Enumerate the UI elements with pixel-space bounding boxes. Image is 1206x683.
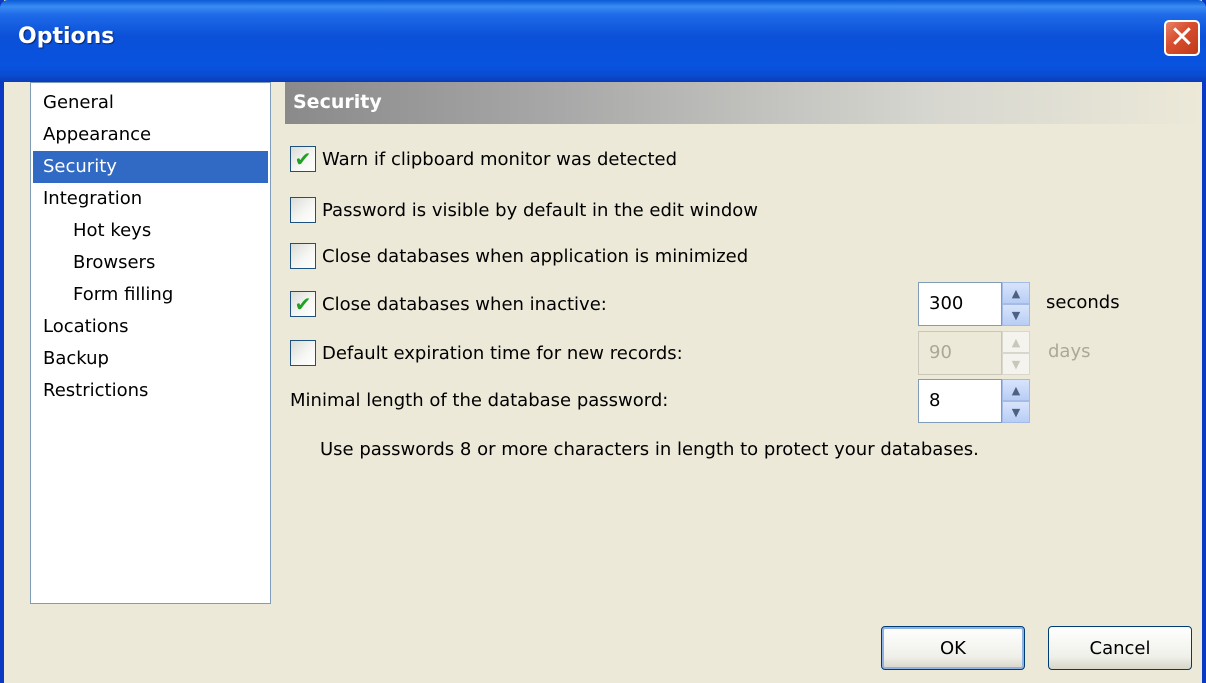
warn-clipboard-option[interactable]: ✔ Warn if clipboard monitor was detected xyxy=(290,145,677,173)
warn-clipboard-checkbox[interactable]: ✔ xyxy=(290,146,316,172)
arrow-down-icon: ▼ xyxy=(1011,357,1021,371)
nav-item-security[interactable]: Security xyxy=(33,151,268,183)
warn-clipboard-label: Warn if clipboard monitor was detected xyxy=(322,148,678,170)
close-button[interactable]: ✕ xyxy=(1164,20,1200,56)
default-expiration-option[interactable]: Default expiration time for new records: xyxy=(290,339,683,367)
section-title: Security xyxy=(293,91,382,113)
category-list[interactable]: General Appearance Security Integration … xyxy=(30,82,271,604)
checkmark-icon: ✔ xyxy=(294,147,312,171)
close-inactive-label: Close databases when inactive: xyxy=(322,293,607,315)
options-dialog: Options ✕ General Appearance Security In… xyxy=(0,0,1206,683)
password-visible-label: Password is visible by default in the ed… xyxy=(322,199,758,221)
close-minimized-label: Close databases when application is mini… xyxy=(322,245,749,267)
spin-down-button: ▼ xyxy=(1002,353,1030,375)
nav-item-hot-keys[interactable]: Hot keys xyxy=(33,215,268,247)
close-minimized-checkbox[interactable] xyxy=(290,243,316,269)
nav-item-integration[interactable]: Integration xyxy=(33,183,268,215)
nav-item-appearance[interactable]: Appearance xyxy=(33,119,268,151)
section-header: Security xyxy=(285,82,1202,124)
window-title: Options xyxy=(18,24,115,49)
default-expiration-label: Default expiration time for new records: xyxy=(322,342,683,364)
arrow-down-icon: ▼ xyxy=(1011,405,1021,419)
default-expiration-checkbox[interactable] xyxy=(290,340,316,366)
min-length-label: Minimal length of the database password: xyxy=(290,390,669,411)
spin-up-button[interactable]: ▲ xyxy=(1002,379,1030,401)
checkmark-icon: ✔ xyxy=(294,292,312,316)
ok-button[interactable]: OK xyxy=(881,626,1025,670)
expiration-days-spinner: 90 ▲ ▼ xyxy=(918,331,1034,375)
inactive-timeout-spinner[interactable]: 300 ▲ ▼ xyxy=(918,282,1034,326)
password-visible-option[interactable]: Password is visible by default in the ed… xyxy=(290,196,758,224)
cancel-button[interactable]: Cancel xyxy=(1048,626,1192,670)
nav-item-general[interactable]: General xyxy=(33,87,268,119)
arrow-up-icon: ▲ xyxy=(1011,335,1021,349)
close-minimized-option[interactable]: Close databases when application is mini… xyxy=(290,242,748,270)
min-length-input[interactable]: 8 xyxy=(918,379,1002,423)
title-bar[interactable]: Options ✕ xyxy=(0,0,1206,82)
close-inactive-checkbox[interactable]: ✔ xyxy=(290,291,316,317)
close-inactive-option[interactable]: ✔ Close databases when inactive: xyxy=(290,290,607,318)
password-hint-text: Use passwords 8 or more characters in le… xyxy=(320,439,979,460)
spin-down-button[interactable]: ▼ xyxy=(1002,304,1030,326)
nav-item-backup[interactable]: Backup xyxy=(33,343,268,375)
seconds-unit-label: seconds xyxy=(1046,292,1120,313)
min-length-spinner[interactable]: 8 ▲ ▼ xyxy=(918,379,1034,423)
arrow-down-icon: ▼ xyxy=(1011,308,1021,322)
inactive-timeout-input[interactable]: 300 xyxy=(918,282,1002,326)
spin-down-button[interactable]: ▼ xyxy=(1002,401,1030,423)
days-unit-label: days xyxy=(1048,341,1091,362)
nav-item-restrictions[interactable]: Restrictions xyxy=(33,375,268,407)
nav-item-form-filling[interactable]: Form filling xyxy=(33,279,268,311)
arrow-up-icon: ▲ xyxy=(1011,286,1021,300)
nav-item-locations[interactable]: Locations xyxy=(33,311,268,343)
expiration-days-input: 90 xyxy=(918,331,1002,375)
close-icon: ✕ xyxy=(1169,20,1195,55)
nav-item-browsers[interactable]: Browsers xyxy=(33,247,268,279)
arrow-up-icon: ▲ xyxy=(1011,383,1021,397)
password-visible-checkbox[interactable] xyxy=(290,197,316,223)
spin-up-button[interactable]: ▲ xyxy=(1002,282,1030,304)
spin-up-button: ▲ xyxy=(1002,331,1030,353)
